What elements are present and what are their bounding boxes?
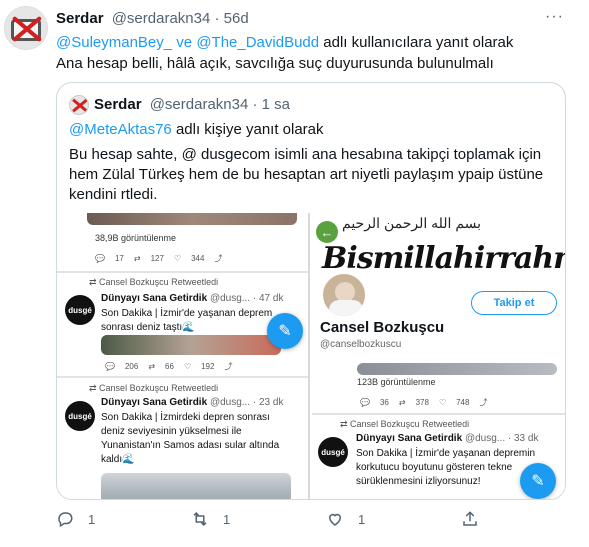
tweet-actions: 1 1 1 <box>56 510 536 532</box>
post-photo <box>101 335 281 355</box>
back-arrow-icon: ← <box>316 221 338 243</box>
profile-name: Cansel Bozkuşcu <box>320 319 445 336</box>
mini-actions-right: 💬 36 ⇄ 378 ♡ 748 ⤴ <box>360 397 487 408</box>
retweeted-by: ⇄ Cansel Bozkuşcu Retweetledi <box>89 277 219 287</box>
mini-post-meta-2: @dusg... · 23 dk <box>209 397 284 408</box>
mini-retweet-count: 378 <box>415 398 429 407</box>
screenshot-left: 38,9B görüntülenme 💬 17 ⇄ 127 ♡ 344 ⤴ ⇄ Can… <box>57 213 310 499</box>
replying-suffix: adlı kullanıcılara yanıt olarak <box>319 34 514 51</box>
video-thumbnail <box>87 213 297 225</box>
profile-handle: @canselbozkuscu <box>320 339 402 350</box>
dusge-avatar-right: dusgé <box>318 437 348 467</box>
quoted-media[interactable]: 38,9B görüntülenme 💬 17 ⇄ 127 ♡ 344 ⤴ ⇄ Can… <box>57 213 565 499</box>
mention-meteaktas: @MeteAktas76 <box>69 121 172 138</box>
quoted-avatar <box>69 95 89 115</box>
mention-davidbudd[interactable]: @The_DavidBudd <box>196 34 319 51</box>
mini-reply-count: 36 <box>379 398 389 407</box>
heart-icon <box>328 513 342 526</box>
follow-button: Takip et <box>471 291 557 315</box>
mini-reply-icon: 💬 <box>360 398 370 407</box>
mini-like-count: 748 <box>456 398 470 407</box>
quoted-author-name: Serdar <box>94 96 142 113</box>
replying-and: ve <box>172 34 197 51</box>
mini-retweet-count: 127 <box>150 254 164 263</box>
retweeted-label-right: Cansel Bozkuşcu Retweetledi <box>350 419 470 429</box>
mini-retweet-count: 66 <box>165 362 174 371</box>
mini-post-author: Dünyayı Sana Getirdik <box>101 293 208 304</box>
mini-like-icon: ♡ <box>173 254 182 263</box>
quoted-replying-suffix: adlı kişiye yanıt olarak <box>171 121 324 138</box>
mini-share-icon: ⤴ <box>224 362 233 371</box>
reply-action[interactable]: 1 <box>56 510 95 528</box>
mini-post-name-2: Dünyayı Sana Getirdik @dusg... · 23 dk <box>101 397 283 408</box>
mini-like-count: 192 <box>201 362 215 371</box>
quoted-replying-to: @MeteAktas76 adlı kişiye yanıt olarak <box>69 121 324 138</box>
views-count: 38,9B görüntülenme <box>95 233 177 243</box>
mini-post-name-right: Dünyayı Sana Getirdik @dusg... · 33 dk <box>356 433 538 444</box>
mini-post-meta: @dusg... · 47 dk <box>209 293 284 304</box>
tweet: Serdar @serdarakn34 · 56d ··· @SuleymanB… <box>0 0 589 547</box>
profile-picture <box>320 271 368 319</box>
mini-like-icon: ♡ <box>183 362 192 371</box>
mini-post-meta-right: @dusg... · 33 dk <box>464 433 539 444</box>
mini-retweet-icon: ⇄ <box>148 362 156 371</box>
mini-post-text-2: Son Dakika | İzmirdeki depren sonrası de… <box>101 412 280 465</box>
mini-post-author-2: Dünyayı Sana Getirdik <box>101 397 208 408</box>
replying-to: @SuleymanBey_ ve @The_DavidBudd adlı kul… <box>56 34 513 51</box>
mini-post-author-right: Dünyayı Sana Getirdik <box>356 433 463 444</box>
mini-like-icon: ♡ <box>438 398 447 407</box>
author-handle[interactable]: @serdarakn34 · 56d <box>112 10 249 27</box>
views-count-right: 123B görüntülenme <box>357 377 436 387</box>
retweeted-by-right: ⇄ Cansel Bozkuşcu Retweetledi <box>340 419 470 429</box>
quoted-text: Bu hesap sahte, @ dusgecom isimli ana he… <box>69 146 544 203</box>
retweeted-label-2: Cansel Bozkuşcu Retweetledi <box>99 383 219 393</box>
post-photo-2 <box>101 473 291 499</box>
mini-share-icon: ⤴ <box>479 398 488 407</box>
quoted-author-handle: @serdarakn34 · 1 sa <box>149 96 290 113</box>
quoted-tweet[interactable]: Serdar @serdarakn34 · 1 sa @MeteAktas76 … <box>56 82 566 500</box>
mini-reply-count: 17 <box>114 254 124 263</box>
retweet-action[interactable]: 1 <box>191 510 230 528</box>
reply-count: 1 <box>88 511 96 527</box>
video-strip <box>357 363 557 375</box>
share-icon <box>463 511 477 526</box>
retweeted-label: Cansel Bozkuşcu Retweetledi <box>99 277 219 287</box>
retweet-count: 1 <box>223 511 231 527</box>
tweet-text: Ana hesap belli, hâlâ açık, savcılığa su… <box>56 55 494 72</box>
reply-icon <box>58 512 73 528</box>
mini-retweet-icon: ⇄ <box>398 398 406 407</box>
mini-post-name: Dünyayı Sana Getirdik @dusg... · 47 dk <box>101 293 283 304</box>
share-action[interactable] <box>461 510 479 528</box>
mini-share-icon: ⤴ <box>214 254 223 263</box>
dusge-avatar-2: dusgé <box>65 401 95 431</box>
mini-retweet-icon: ⇄ <box>133 254 141 263</box>
author-name[interactable]: Serdar <box>56 10 104 27</box>
mini-actions: 💬 17 ⇄ 127 ♡ 344 ⤴ <box>95 253 222 264</box>
mention-suleymanbey[interactable]: @SuleymanBey_ <box>56 34 172 51</box>
mini-reply-icon: 💬 <box>105 362 115 371</box>
compose-fab-icon-right: ✎ <box>520 463 556 499</box>
mini-reply-icon: 💬 <box>95 254 105 263</box>
like-count: 1 <box>358 511 366 527</box>
retweeted-by-2: ⇄ Cansel Bozkuşcu Retweetledi <box>89 383 219 393</box>
mini-reply-count: 206 <box>124 362 139 371</box>
user-avatar[interactable] <box>4 6 48 50</box>
bismillah-calligraphy: Bismillahirrahmanirrahim <box>322 241 565 276</box>
screenshot-right: بسم الله الرحمن الرحيم ← Bismillahirrahm… <box>312 213 565 499</box>
dusge-avatar: dusgé <box>65 295 95 325</box>
mini-like-count: 344 <box>191 254 205 263</box>
like-action[interactable]: 1 <box>326 510 365 528</box>
retweet-icon <box>193 511 207 527</box>
arabic-calligraphy: بسم الله الرحمن الرحيم <box>342 215 482 231</box>
compose-fab-icon: ✎ <box>267 313 303 349</box>
mini-actions-2: 💬 206 ⇄ 66 ♡ 192 ⤴ <box>105 361 232 372</box>
quoted-header: Serdar @serdarakn34 · 1 sa <box>94 96 290 113</box>
more-options-icon[interactable]: ··· <box>545 8 564 26</box>
tweet-header: Serdar @serdarakn34 · 56d <box>56 10 249 27</box>
